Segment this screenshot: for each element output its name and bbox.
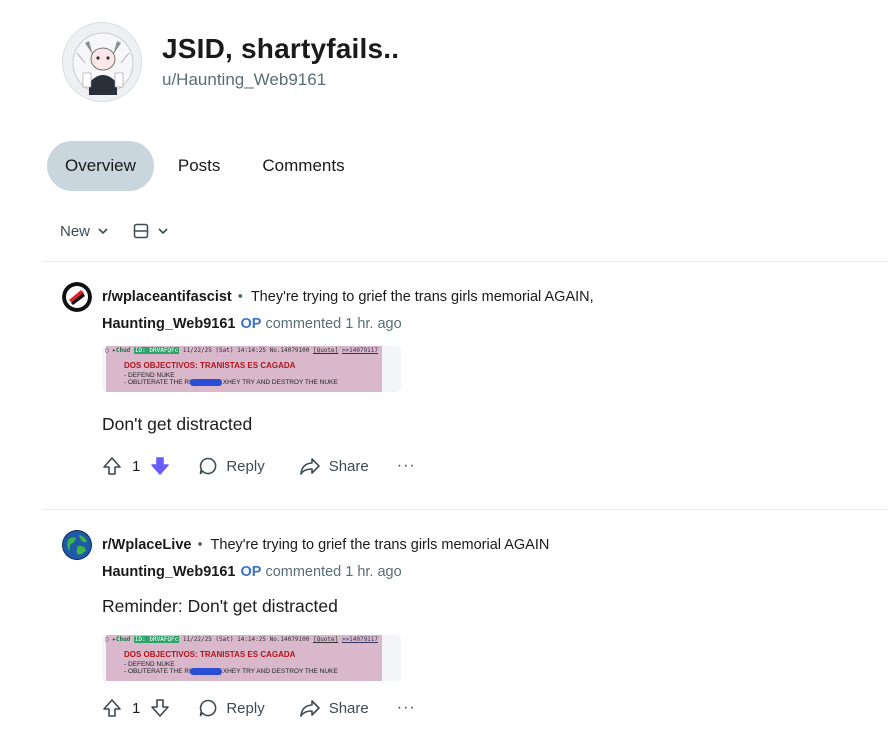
sort-label: New: [60, 222, 91, 240]
reply-label: Reply: [226, 457, 265, 475]
card-view-icon: [133, 223, 149, 239]
more-options-button[interactable]: ···: [397, 457, 416, 475]
downvote-arrow-icon: [151, 699, 170, 717]
comment-image[interactable]: ▢ ▸Chud ID: bRVAFQFc 11/22/25 (Sat) 14:1…: [102, 635, 401, 681]
share-arrow-icon: [299, 458, 320, 475]
upvote-arrow-icon: [103, 699, 121, 717]
comment-body: Reminder: Don't get distracted: [102, 596, 338, 616]
scribble-mark: [190, 668, 222, 675]
comment-card[interactable]: r/wplaceantifascist • They're trying to …: [62, 282, 882, 481]
image-text-line: - DEFEND NUKE: [124, 372, 175, 379]
reply-button[interactable]: Reply: [198, 698, 265, 718]
downvote-arrow-icon: [151, 457, 170, 475]
share-button[interactable]: Share: [299, 456, 369, 476]
subreddit-link[interactable]: r/wplaceantifascist: [102, 289, 232, 305]
comment-actions: 1 Reply Share ···: [102, 693, 882, 723]
share-label: Share: [328, 699, 369, 717]
vote-count: 1: [132, 699, 141, 717]
subreddit-avatar[interactable]: [62, 530, 92, 560]
comment-meta: commented 1 hr. ago: [265, 564, 402, 580]
image-text-line: - OBLITERATE THE RIAL WHILE XHEY TRY AND…: [124, 668, 338, 675]
sort-bar: New: [60, 218, 169, 244]
speech-bubble-icon: [200, 699, 217, 717]
post-title-link[interactable]: They're trying to grief the trans girls …: [211, 537, 550, 553]
share-label: Share: [328, 457, 369, 475]
subreddit-link[interactable]: r/WplaceLive: [102, 537, 191, 553]
chevron-down-icon: [98, 228, 108, 235]
comment-meta: commented 1 hr. ago: [265, 316, 402, 332]
upvote-arrow-icon: [103, 457, 121, 475]
tab-comments[interactable]: Comments: [244, 141, 362, 191]
more-options-button[interactable]: ···: [397, 699, 416, 717]
share-button[interactable]: Share: [299, 698, 369, 718]
tab-posts[interactable]: Posts: [160, 141, 239, 191]
downvote-button[interactable]: [150, 456, 170, 476]
author-link[interactable]: Haunting_Web9161: [102, 564, 236, 580]
image-header: ▢ ▸Chud ID: bRVAFQFc 11/22/25 (Sat) 14:1…: [105, 347, 379, 354]
comment-image[interactable]: ▢ ▸Chud ID: bRVAFQFc 11/22/25 (Sat) 14:1…: [102, 346, 401, 392]
comment-body: Don't get distracted: [102, 414, 253, 434]
tab-overview[interactable]: Overview: [47, 141, 154, 191]
profile-display-name: JSID, shartyfails..: [162, 33, 400, 64]
share-arrow-icon: [299, 700, 320, 717]
image-header: ▢ ▸Chud ID: bRVAFQFc 11/22/25 (Sat) 14:1…: [105, 636, 379, 643]
author-link[interactable]: Haunting_Web9161: [102, 316, 236, 332]
image-text-line: - OBLITERATE THE RIAL WHILE XHEY TRY AND…: [124, 379, 338, 386]
speech-bubble-icon: [200, 457, 217, 475]
downvote-button[interactable]: [150, 698, 170, 718]
anime-character-icon: [63, 23, 141, 101]
globe-icon: [62, 530, 92, 560]
profile-avatar[interactable]: [62, 22, 142, 102]
reply-button[interactable]: Reply: [198, 456, 265, 476]
op-badge: OP: [240, 564, 262, 580]
vote-count: 1: [132, 457, 141, 475]
image-text-line: DOS OBJECTIVOS: TRANISTAS ES CAGADA: [124, 650, 296, 659]
upvote-button[interactable]: [102, 456, 122, 476]
reply-label: Reply: [226, 699, 265, 717]
post-title-link[interactable]: They're trying to grief the trans girls …: [251, 289, 594, 305]
comment-card[interactable]: r/WplaceLive • They're trying to grief t…: [62, 530, 882, 723]
separator-dot: •: [197, 537, 203, 553]
separator-dot: •: [237, 289, 243, 305]
profile-tabs: Overview Posts Comments: [47, 141, 363, 191]
profile-username: u/Haunting_Web9161: [162, 70, 327, 89]
view-toggle[interactable]: [133, 223, 169, 239]
image-text-line: DOS OBJECTIVOS: TRANISTAS ES CAGADA: [124, 361, 296, 370]
upvote-button[interactable]: [102, 698, 122, 718]
sort-dropdown[interactable]: New: [60, 223, 109, 240]
comment-actions: 1 Reply Share ···: [102, 451, 882, 481]
divider: [42, 509, 888, 510]
op-badge: OP: [240, 316, 262, 332]
divider: [42, 261, 888, 262]
antifa-flag-icon: [62, 282, 92, 312]
scribble-mark: [190, 379, 222, 386]
subreddit-avatar[interactable]: [62, 282, 92, 312]
image-text-line: - DEFEND NUKE: [124, 661, 175, 668]
chevron-down-icon: [158, 228, 168, 235]
